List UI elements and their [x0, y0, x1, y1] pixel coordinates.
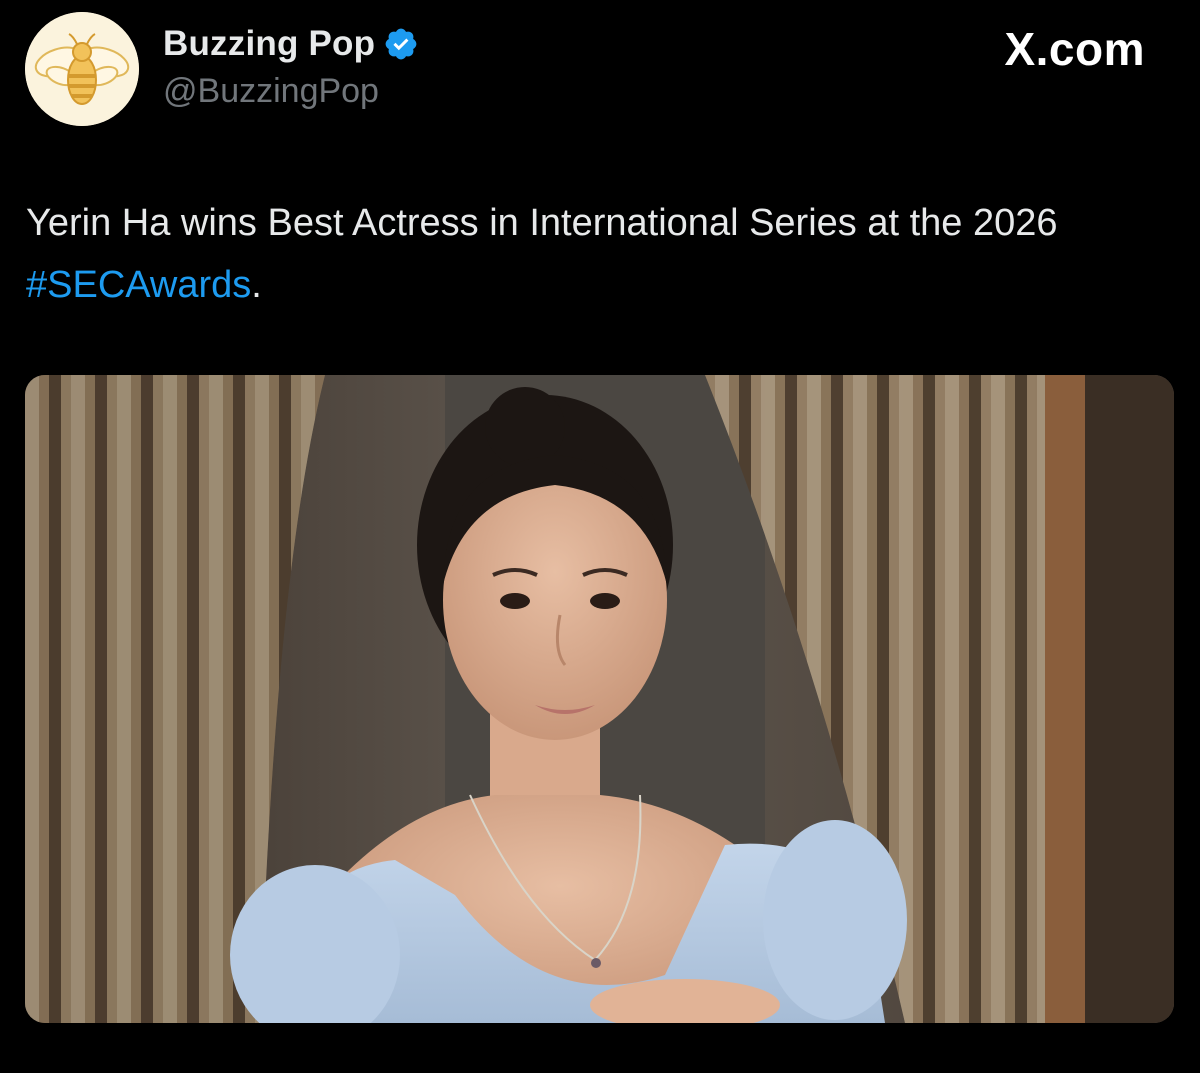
photo-illustration [25, 375, 1174, 1023]
hashtag-link[interactable]: #SECAwards [26, 264, 251, 306]
display-name[interactable]: Buzzing Pop [163, 24, 375, 64]
tweet-card: Buzzing Pop @BuzzingPop X.com Yerin Ha w… [0, 0, 1200, 1073]
tweet-text-end: . [251, 264, 262, 306]
x-com-watermark: X.com [1004, 23, 1145, 75]
user-handle[interactable]: @BuzzingPop [163, 72, 379, 111]
bee-icon [25, 12, 139, 126]
tweet-photo[interactable] [25, 375, 1174, 1023]
tweet-text-body: Yerin Ha wins Best Actress in Internatio… [26, 202, 1058, 244]
tweet-text: Yerin Ha wins Best Actress in Internatio… [26, 192, 1166, 316]
avatar[interactable] [25, 12, 139, 126]
verified-badge-icon [383, 26, 419, 62]
author-name-row: Buzzing Pop [163, 22, 419, 66]
